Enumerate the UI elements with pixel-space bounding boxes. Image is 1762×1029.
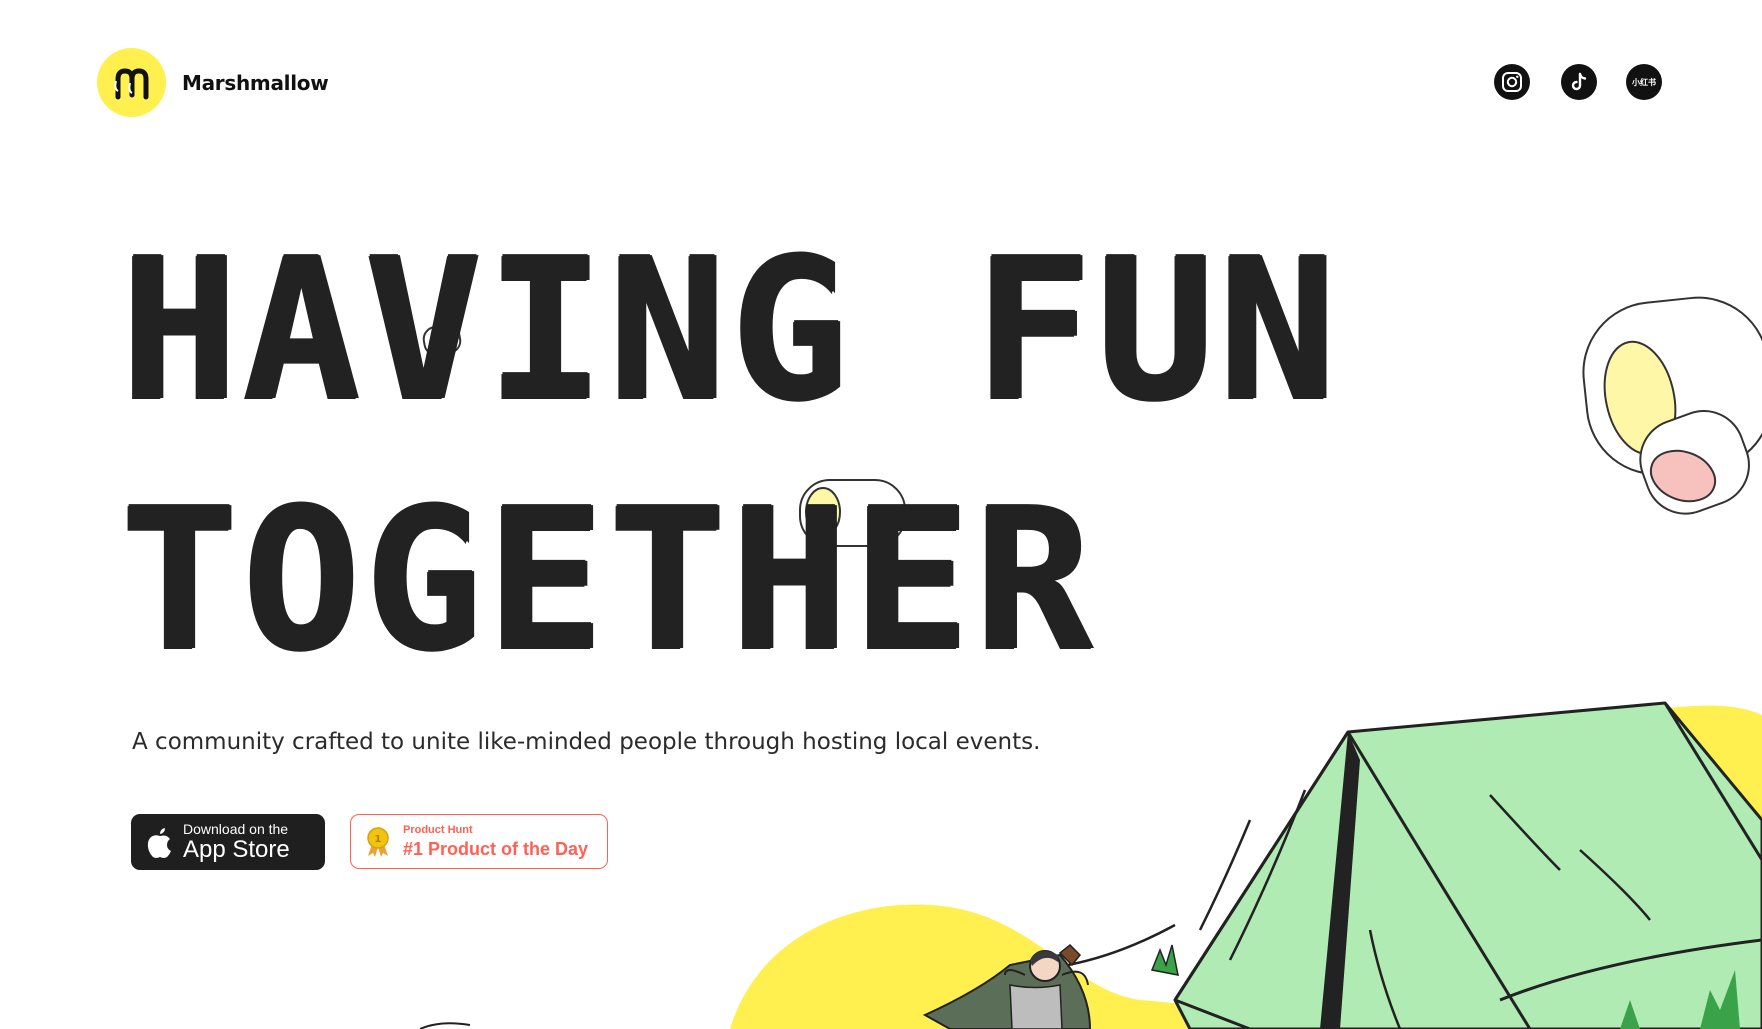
marshmallows-right-drawing [1582,296,1762,515]
headline-line-2: TOGETHER [120,466,1097,694]
marshmallow-peek [419,1022,471,1029]
headline-line-1: HAVING FUN [120,216,1341,444]
svg-text:1: 1 [375,834,382,845]
brand[interactable]: Marshmallow [97,48,329,117]
instagram-icon[interactable] [1494,64,1530,100]
xiaohongshu-label: 小红书 [1632,77,1656,87]
hero-subtitle: A community crafted to unite like-minded… [132,729,1041,755]
tent-drawing [1150,701,1762,1029]
tent-rope [1067,923,1176,967]
xiaohongshu-icon[interactable]: 小红书 [1626,64,1662,100]
marshmallow-logo-icon [97,48,166,117]
medal-icon: 1 [367,826,389,857]
hero-headline: HAVING FUN TOGETHER [120,205,1340,705]
brand-name: Marshmallow [182,70,329,95]
yellow-blob-right [1240,705,1762,1029]
app-store-big-label: App Store [183,836,290,863]
yellow-blob-left [730,904,1300,1029]
tiktok-icon[interactable] [1561,64,1597,100]
app-store-small-label: Download on the [183,821,289,837]
person-hammock-drawing [922,943,1092,1029]
product-hunt-small-label: Product Hunt [403,824,473,836]
apple-icon [147,828,171,858]
product-hunt-badge[interactable]: 1 Product Hunt #1 Product of the Day [350,814,608,869]
app-store-button[interactable]: Download on the App Store [131,814,325,870]
product-hunt-big-label: #1 Product of the Day [403,839,589,859]
